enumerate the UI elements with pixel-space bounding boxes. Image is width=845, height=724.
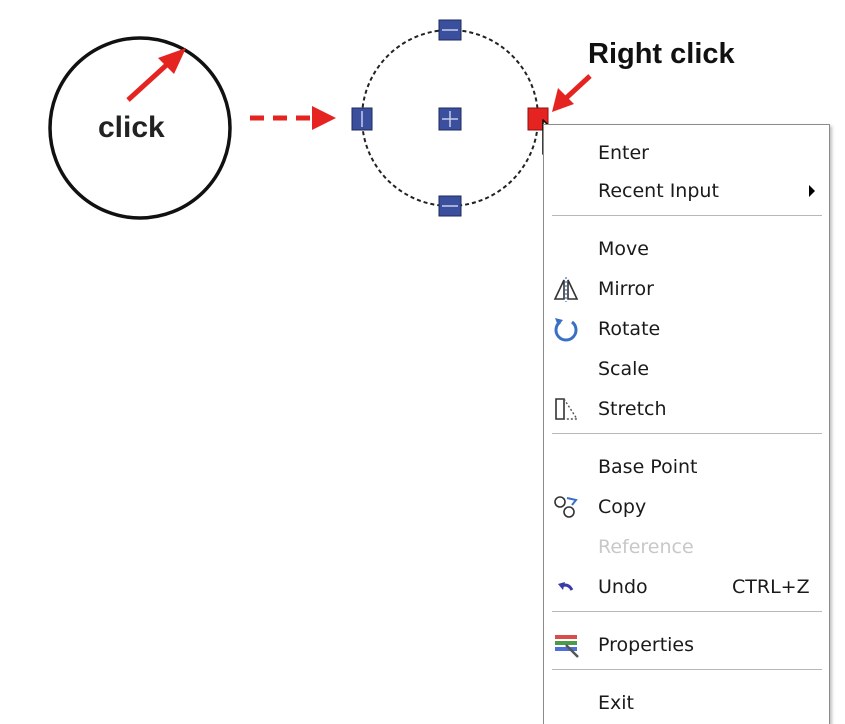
menu-item-label: Exit [598, 692, 634, 714]
click-label: click [98, 111, 165, 144]
menu-item-properties[interactable]: Properties [544, 627, 829, 663]
grip-bottom[interactable] [438, 195, 462, 217]
context-menu: Enter Recent Input Move Mirror Rotate Sc… [543, 124, 830, 724]
copy-icon [554, 496, 578, 518]
menu-item-label: Properties [598, 634, 695, 656]
menu-item-exit[interactable]: Exit [544, 685, 829, 721]
menu-item-label: Enter [598, 142, 649, 164]
menu-item-enter[interactable]: Enter [544, 135, 829, 171]
menu-item-label: Reference [598, 536, 694, 558]
menu-item-rotate[interactable]: Rotate [544, 311, 829, 347]
grip-left[interactable] [351, 107, 373, 131]
grip-top[interactable] [438, 19, 462, 41]
stretch-icon [555, 398, 579, 420]
submenu-arrow-icon [809, 185, 815, 197]
menu-item-scale[interactable]: Scale [544, 351, 829, 387]
undo-icon [558, 582, 574, 591]
menu-separator [552, 433, 822, 435]
grip-center[interactable] [438, 107, 462, 131]
menu-item-stretch[interactable]: Stretch [544, 391, 829, 427]
mirror-icon [553, 277, 579, 302]
menu-item-base-point[interactable]: Base Point [544, 449, 829, 485]
menu-separator [552, 215, 822, 217]
menu-separator [552, 611, 822, 613]
dashed-transition-arrow [250, 106, 336, 130]
menu-item-label: Stretch [598, 398, 667, 420]
menu-item-label: Recent Input [598, 180, 719, 202]
menu-item-recent-input[interactable]: Recent Input [544, 173, 829, 209]
menu-item-copy[interactable]: Copy [544, 489, 829, 525]
menu-item-label: Rotate [598, 318, 661, 340]
menu-separator [552, 669, 822, 671]
menu-item-mirror[interactable]: Mirror [544, 271, 829, 307]
menu-item-label: Base Point [598, 456, 698, 478]
menu-item-label: Undo [598, 576, 648, 598]
menu-item-undo[interactable]: Undo CTRL+Z [544, 569, 829, 605]
menu-item-reference: Reference [544, 529, 829, 565]
menu-item-label: Scale [598, 358, 650, 380]
click-arrow [126, 48, 186, 102]
menu-item-label: Move [598, 238, 649, 260]
menu-item-label: Mirror [598, 278, 654, 300]
menu-item-label: Copy [598, 496, 647, 518]
menu-item-shortcut: CTRL+Z [732, 576, 810, 598]
right-click-label: Right click [588, 38, 736, 70]
properties-icon [555, 635, 579, 658]
rotate-icon [554, 318, 578, 342]
right-click-arrow [552, 74, 592, 112]
menu-item-move[interactable]: Move [544, 231, 829, 267]
